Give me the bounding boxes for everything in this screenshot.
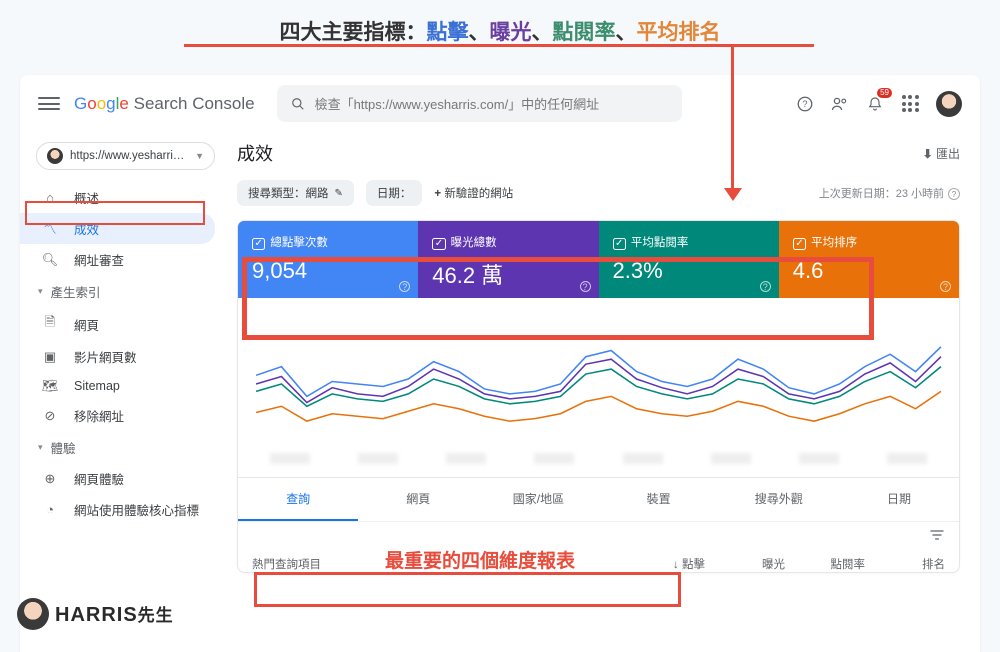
apps-icon[interactable]	[901, 95, 919, 113]
harris-avatar-icon	[17, 598, 49, 630]
magnify-icon: 🔍︎	[42, 252, 58, 268]
harris-logo: HARRIS先生	[17, 598, 174, 630]
metric-position[interactable]: ✓平均排序4.6?	[779, 221, 959, 298]
info-icon: ?	[948, 188, 960, 200]
annotation-title: 四大主要指標：點擊、曝光、點閱率、平均排名	[280, 16, 721, 46]
search-placeholder: 檢查「https://www.yesharris.com/」中的任何網址	[315, 94, 600, 113]
th-pos[interactable]: 排名	[865, 556, 945, 572]
trend-icon: 〽	[42, 219, 58, 238]
th-clicks[interactable]: 點擊	[625, 556, 705, 572]
sidebar-section-index[interactable]: 產生索引	[20, 275, 225, 307]
bell-icon[interactable]: 59	[866, 95, 884, 113]
table-header: 熱門查詢項目 點擊 曝光 點閱率 排名	[238, 548, 959, 572]
tab-appearance[interactable]: 搜尋外觀	[719, 478, 839, 521]
topbar: Google Search Console 檢查「https://www.yes…	[20, 75, 980, 136]
edit-icon: ✎	[335, 188, 343, 199]
tab-query[interactable]: 查詢	[238, 478, 358, 521]
avatar[interactable]	[936, 91, 962, 117]
gsc-logo: Google Search Console	[74, 94, 255, 114]
sidebar-item-video[interactable]: ▣影片網頁數	[20, 341, 215, 372]
page-title: 成效	[237, 140, 273, 166]
metrics-row: ✓總點擊次數9,054? ✓曝光總數46.2 萬? ✓平均點閱率2.3%? ✓平…	[238, 221, 959, 298]
people-icon[interactable]	[831, 95, 849, 113]
sitemap-icon: 🗺	[42, 378, 58, 394]
tab-device[interactable]: 裝置	[599, 478, 719, 521]
sidebar-section-exp[interactable]: 體驗	[20, 431, 225, 463]
page-icon: 🗎	[42, 313, 58, 335]
chart	[238, 298, 959, 453]
th-ctr[interactable]: 點閱率	[785, 556, 865, 572]
sidebar-item-pageexp[interactable]: ⊕網頁體驗	[20, 463, 215, 494]
sidebar: https://www.yesharri… ▼ ⌂概述 〽成效 🔍︎網址審查 產…	[20, 136, 225, 652]
sidebar-item-sitemap[interactable]: 🗺Sitemap	[20, 372, 215, 400]
search-input[interactable]: 檢查「https://www.yesharris.com/」中的任何網址	[277, 85, 682, 122]
speed-icon: ◔	[42, 502, 58, 517]
filter-chip-date[interactable]: 日期：	[366, 180, 423, 206]
dimension-tabs: 查詢 網頁 國家/地區 裝置 搜尋外觀 日期	[238, 477, 959, 521]
home-icon: ⌂	[42, 190, 58, 205]
annotation-arrow	[731, 46, 734, 192]
main-content: 成效 匯出 搜尋類型：網路✎ 日期： 新驗證的網站 上次更新日期：23 小時前?…	[225, 136, 980, 652]
help-icon[interactable]: ?	[796, 95, 814, 113]
last-updated: 上次更新日期：23 小時前?	[819, 185, 960, 201]
metric-impressions[interactable]: ✓曝光總數46.2 萬?	[418, 221, 598, 298]
sidebar-item-performance[interactable]: 〽成效	[20, 213, 215, 244]
notification-badge: 59	[877, 88, 892, 98]
annotation-mid: 最重要的四個維度報表	[385, 546, 575, 573]
site-selector[interactable]: https://www.yesharri… ▼	[36, 142, 215, 170]
sidebar-item-remove[interactable]: ⊘移除網址	[20, 400, 215, 431]
metric-ctr[interactable]: ✓平均點閱率2.3%?	[599, 221, 779, 298]
sidebar-item-pages[interactable]: 🗎網頁	[20, 307, 215, 341]
metric-clicks[interactable]: ✓總點擊次數9,054?	[238, 221, 418, 298]
export-button[interactable]: 匯出	[923, 145, 960, 162]
chart-xaxis-blurred	[238, 453, 959, 471]
filter-chip-searchtype[interactable]: 搜尋類型：網路✎	[237, 180, 354, 206]
table-filter-icon[interactable]	[238, 521, 959, 548]
tab-country[interactable]: 國家/地區	[478, 478, 598, 521]
tab-date[interactable]: 日期	[839, 478, 959, 521]
plus-circle-icon: ⊕	[42, 471, 58, 487]
performance-card: ✓總點擊次數9,054? ✓曝光總數46.2 萬? ✓平均點閱率2.3%? ✓平…	[237, 220, 960, 573]
th-impr[interactable]: 曝光	[705, 556, 785, 572]
menu-icon[interactable]	[38, 94, 60, 114]
sidebar-item-overview[interactable]: ⌂概述	[20, 182, 215, 213]
site-avatar-icon	[47, 148, 63, 164]
search-icon	[291, 97, 305, 111]
add-filter-button[interactable]: 新驗證的網站	[434, 185, 513, 201]
tab-pages[interactable]: 網頁	[358, 478, 478, 521]
filter-bar: 搜尋類型：網路✎ 日期： 新驗證的網站 上次更新日期：23 小時前?	[237, 180, 960, 206]
sidebar-item-urlinspect[interactable]: 🔍︎網址審查	[20, 244, 215, 275]
remove-icon: ⊘	[42, 408, 58, 424]
chevron-down-icon: ▼	[195, 151, 204, 161]
sidebar-item-cwv[interactable]: ◔網站使用體驗核心指標	[20, 494, 215, 525]
video-icon: ▣	[42, 349, 58, 365]
svg-text:?: ?	[802, 99, 807, 109]
